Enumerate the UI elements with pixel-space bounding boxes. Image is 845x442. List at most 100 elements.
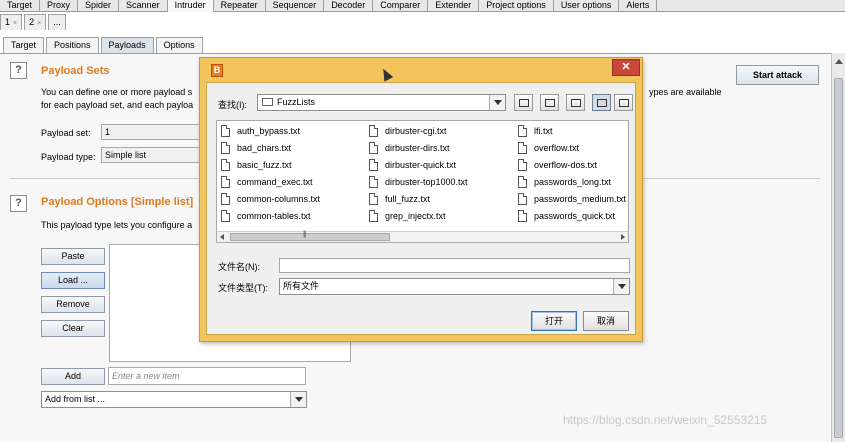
file-list-hscrollbar[interactable] (217, 231, 628, 242)
chevron-down-icon (489, 95, 505, 110)
close-button[interactable]: ✕ (612, 59, 640, 76)
tab-payloads[interactable]: Payloads (100, 37, 154, 54)
payload-set-select[interactable]: 1 (101, 124, 201, 140)
file-name: common-columns.txt (237, 194, 321, 204)
tab-spider[interactable]: Spider (78, 0, 120, 12)
burp-logo-icon: B (211, 64, 223, 77)
dialog-body: 查找(I): FuzzLists passwords_quick.txt pass… (206, 82, 636, 335)
file-name: lfi.txt (534, 126, 553, 136)
filetype-dropdown[interactable]: 所有文件 (279, 278, 630, 295)
file-icon (369, 142, 378, 154)
new-item-input[interactable]: Enter a new item (108, 367, 306, 385)
panel-scrollbar[interactable] (831, 53, 845, 442)
tab-decoder[interactable]: Decoder (324, 0, 374, 12)
file-icon (369, 193, 378, 205)
file-name: dirbuster-cgi.txt (385, 126, 447, 136)
file-list[interactable]: passwords_quick.txt passwords_medium.txt p… (216, 120, 629, 243)
filename-input[interactable] (279, 258, 630, 273)
scrollbar-thumb[interactable] (834, 78, 843, 438)
new-folder-icon (571, 99, 581, 107)
tab-options[interactable]: Options (155, 37, 203, 54)
file-name: overflow.txt (534, 143, 580, 153)
attack-tab-label: ... (53, 17, 61, 27)
chevron-down-icon (613, 279, 629, 294)
tab-alerts[interactable]: Alerts (619, 0, 658, 12)
tab-target[interactable]: Target (0, 0, 41, 12)
tab-extender[interactable]: Extender (428, 0, 480, 12)
tab-proxy[interactable]: Proxy (40, 0, 79, 12)
main-tab-bar: Target Proxy Spider Scanner Intruder Repeater… (0, 0, 845, 12)
tab-positions[interactable]: Positions (46, 37, 99, 54)
file-name: dirbuster-quick.txt (385, 160, 457, 170)
file-name: bad_chars.txt (237, 143, 292, 153)
close-tab-icon[interactable]: × (13, 20, 17, 27)
remove-button[interactable]: Remove (41, 296, 105, 313)
attack-tab[interactable]: 1 × (0, 14, 23, 30)
payload-sets-desc-line1: You can define one or more payload s (41, 87, 193, 97)
clear-button[interactable]: Clear (41, 320, 105, 337)
filetype-label: 文件类型(T): (218, 283, 268, 293)
add-button[interactable]: Add (41, 368, 105, 385)
home-button[interactable] (540, 94, 559, 111)
file-icon (369, 210, 378, 222)
tab-user-options[interactable]: User options (554, 0, 620, 12)
filetype-value: 所有文件 (283, 281, 320, 291)
file-name: full_fuzz.txt (385, 194, 431, 204)
file-icon (369, 125, 378, 137)
paste-button[interactable]: Paste (41, 248, 105, 265)
scroll-up-icon[interactable] (835, 59, 843, 64)
file-icon (369, 176, 378, 188)
scroll-left-icon[interactable] (220, 234, 224, 240)
tab-intruder[interactable]: Intruder (167, 0, 214, 12)
add-from-list-dropdown[interactable]: Add from list ... (41, 391, 307, 408)
file-name: dirbuster-dirs.txt (385, 143, 450, 153)
file-icon (518, 176, 527, 188)
tab-repeater[interactable]: Repeater (214, 0, 266, 12)
file-icon (518, 142, 527, 154)
file-name: passwords_quick.txt (534, 211, 616, 221)
file-name: grep_injectx.txt (385, 211, 446, 221)
list-view-button[interactable] (592, 94, 611, 111)
lookin-dropdown[interactable]: FuzzLists (257, 94, 506, 111)
open-button[interactable]: 打开 (531, 311, 577, 331)
start-attack-button[interactable]: Start attack (736, 65, 819, 85)
up-folder-button[interactable] (514, 94, 533, 111)
payload-type-select[interactable]: Simple list (101, 147, 201, 163)
file-icon (221, 142, 230, 154)
payload-sets-title: Payload Sets (41, 65, 110, 77)
details-view-button[interactable] (614, 94, 633, 111)
file-name: command_exec.txt (237, 177, 313, 187)
tab-target[interactable]: Target (3, 37, 45, 54)
list-view-icon (597, 99, 607, 107)
lookin-label: 查找(I): (218, 100, 247, 110)
attack-tab[interactable]: ... (48, 14, 66, 30)
payload-set-label: Payload set: (41, 128, 91, 138)
dialog-titlebar[interactable]: B ✕ (200, 58, 642, 82)
hscrollbar-thumb[interactable] (230, 231, 390, 241)
tab-scanner[interactable]: Scanner (119, 0, 168, 12)
payload-options-title: Payload Options [Simple list] (41, 196, 194, 208)
intruder-tab-bar: Target Positions Payloads Options (3, 37, 205, 54)
file-icon (221, 159, 230, 171)
file-name: passwords_long.txt (534, 177, 612, 187)
file-icon (518, 210, 527, 222)
file-icon (221, 176, 230, 188)
tab-comparer[interactable]: Comparer (373, 0, 429, 12)
tab-sequencer[interactable]: Sequencer (266, 0, 325, 12)
file-name: basic_fuzz.txt (237, 160, 292, 170)
new-folder-button[interactable] (566, 94, 585, 111)
tab-project-options[interactable]: Project options (479, 0, 554, 12)
help-icon[interactable]: ? (10, 62, 27, 79)
filename-label: 文件名(N): (218, 262, 260, 272)
home-icon (545, 99, 555, 107)
help-icon[interactable]: ? (10, 195, 27, 212)
attack-tab[interactable]: 2 × (24, 14, 47, 30)
attack-tab-label: 2 (29, 17, 35, 27)
close-tab-icon[interactable]: × (37, 20, 41, 27)
load-button[interactable]: Load ... (41, 272, 105, 289)
scroll-right-icon[interactable] (621, 234, 625, 240)
cancel-button[interactable]: 取消 (583, 311, 629, 331)
attack-tab-label: 1 (5, 17, 11, 27)
chevron-down-icon (290, 392, 306, 407)
file-icon (518, 193, 527, 205)
